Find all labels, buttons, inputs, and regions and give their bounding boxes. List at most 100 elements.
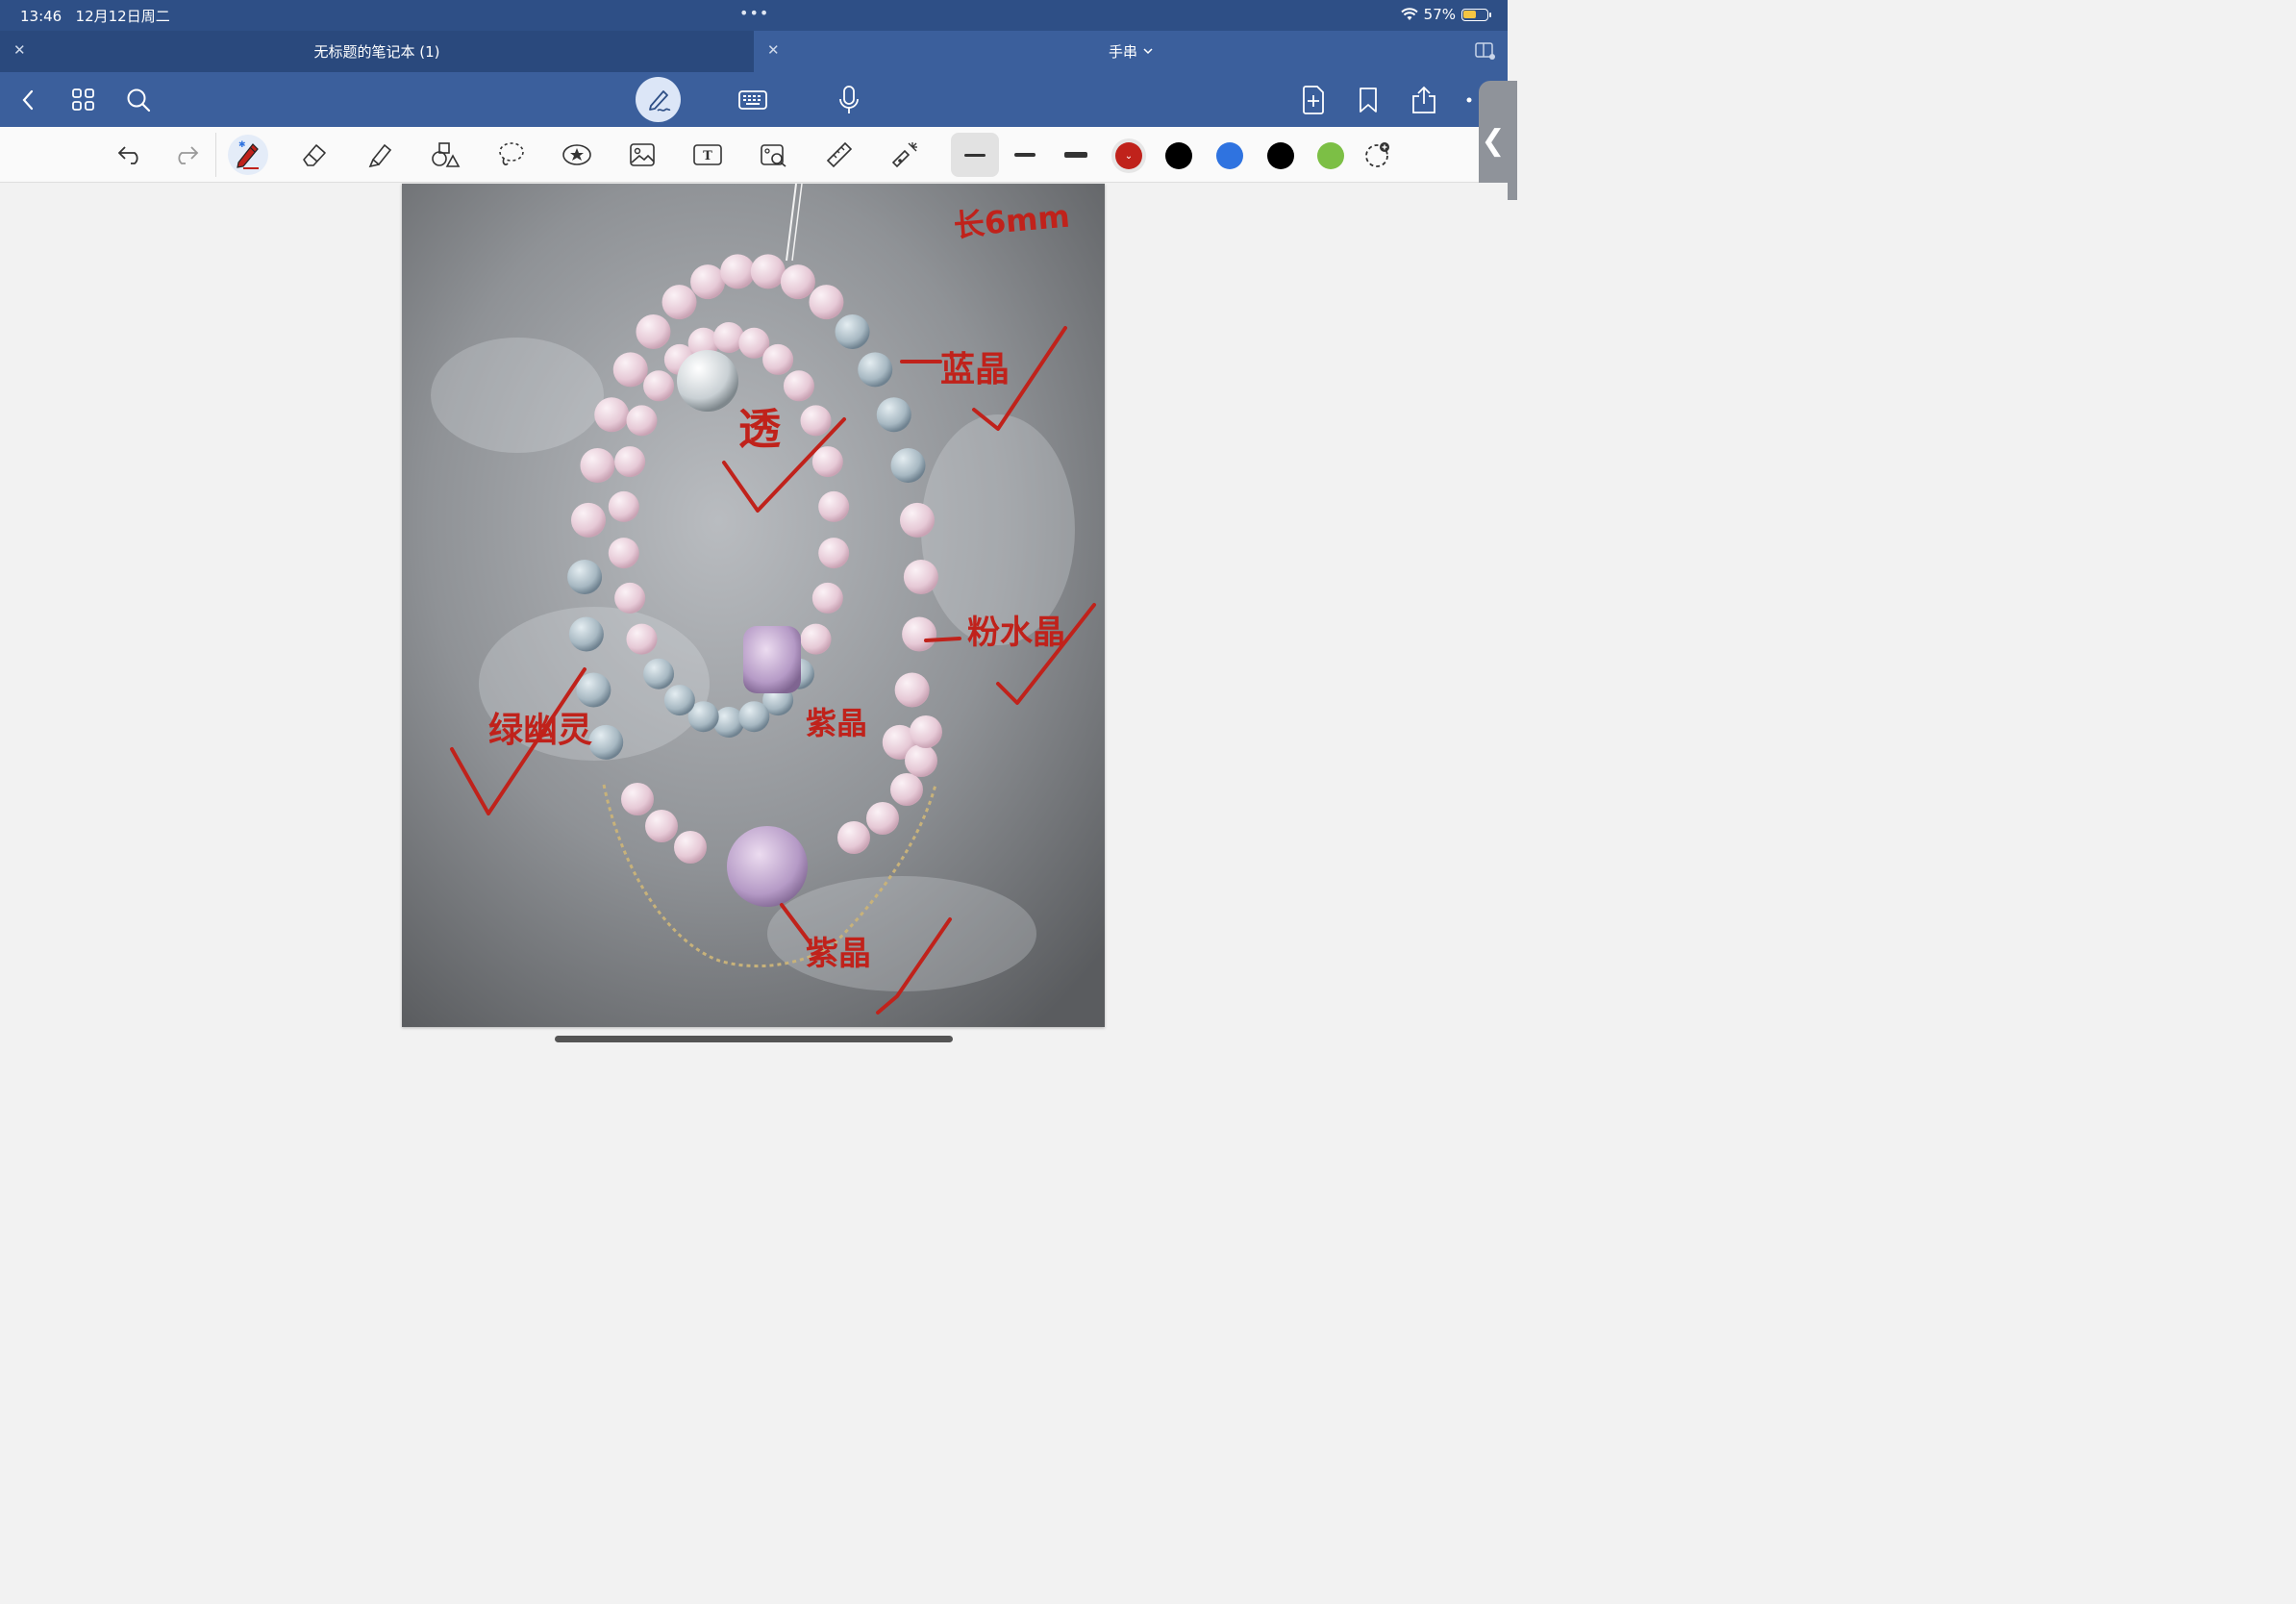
outer-bead — [568, 616, 604, 652]
lower-bead — [674, 831, 707, 864]
shapes-tool[interactable] — [425, 135, 465, 175]
lower-bead — [890, 773, 923, 806]
undo-icon — [117, 146, 138, 164]
inner-bead — [811, 446, 843, 478]
lasso-tool[interactable] — [490, 135, 531, 175]
annotation-label-phantom: 绿幽灵 — [488, 711, 592, 750]
chevron-left-icon — [22, 89, 34, 111]
highlighter-icon — [368, 143, 392, 168]
outer-bead — [636, 313, 671, 349]
eraser-tool[interactable] — [294, 135, 335, 175]
svg-text:✱: ✱ — [238, 140, 246, 150]
share-button[interactable] — [1408, 84, 1440, 116]
battery-icon — [1461, 8, 1491, 21]
inner-bead — [800, 623, 832, 655]
image-tool[interactable] — [622, 135, 662, 175]
outer-bead — [876, 397, 911, 433]
bracelet-photo-image: 长6mm 蓝晶 透 粉水晶 紫晶 绿幽灵 紫晶 — [402, 184, 1105, 1027]
multitasking-dots-icon[interactable]: ••• — [739, 4, 769, 22]
color-swatch-black-2[interactable] — [1267, 142, 1294, 169]
inner-bead — [783, 370, 814, 402]
back-button[interactable] — [12, 84, 44, 116]
microphone-icon — [839, 86, 859, 113]
lower-bead — [866, 802, 899, 835]
chevron-down-icon: ⌄ — [1124, 150, 1134, 162]
sticker-tool[interactable] — [557, 135, 597, 175]
annotation-label-amethyst: 紫晶 — [806, 935, 871, 973]
color-swatch-black[interactable] — [1165, 142, 1192, 169]
inner-bead — [614, 446, 646, 478]
drawing-toolbar: ✱ T ⌄ — [0, 127, 1508, 183]
inner-bead — [643, 658, 675, 689]
ruler-tool[interactable] — [819, 135, 860, 175]
status-time: 13:46 12月12日周二 — [20, 8, 170, 25]
inner-bead — [608, 538, 639, 569]
inner-bead — [608, 490, 639, 522]
highlighter-tool[interactable] — [360, 135, 400, 175]
inner-bead — [811, 582, 843, 614]
more-button[interactable] — [1460, 84, 1479, 116]
annotation-label-blue: 蓝晶 — [940, 350, 1010, 389]
svg-text:T: T — [703, 149, 712, 163]
outer-bead — [780, 264, 815, 300]
wifi-icon — [1400, 8, 1418, 20]
tab-untitled-notebook[interactable]: ✕ 无标题的笔记本 (1) — [0, 31, 754, 72]
keyboard-icon — [738, 90, 767, 110]
voice-recording-button[interactable] — [833, 84, 865, 116]
undo-button[interactable] — [111, 135, 151, 175]
outer-bead — [750, 254, 786, 289]
color-swatch-green[interactable] — [1317, 142, 1344, 169]
pen-tool[interactable]: ✱ — [228, 135, 268, 175]
outer-bead — [835, 313, 870, 349]
status-indicators: 57% — [1400, 6, 1491, 23]
grid-icon — [72, 88, 94, 111]
outer-bead — [902, 616, 937, 652]
thumbnails-button[interactable] — [67, 84, 100, 116]
outer-bead — [567, 560, 603, 595]
stroke-size-thin[interactable] — [951, 133, 999, 177]
inner-bead — [738, 701, 770, 733]
battery-percent: 57% — [1423, 6, 1456, 23]
stroke-size-thick[interactable] — [1052, 133, 1100, 177]
bookmark-button[interactable] — [1352, 84, 1385, 116]
add-page-button[interactable] — [1297, 84, 1330, 116]
stroke-size-medium[interactable] — [1001, 133, 1049, 177]
camera-tool[interactable] — [754, 135, 794, 175]
chevron-down-icon[interactable] — [1143, 48, 1153, 55]
bracelet-photo[interactable]: 长6mm 蓝晶 透 粉水晶 紫晶 绿幽灵 紫晶 — [402, 184, 1105, 1027]
inner-bead — [663, 685, 695, 716]
inner-bead — [614, 582, 646, 614]
search-button[interactable] — [122, 84, 155, 116]
lower-bead — [910, 715, 942, 748]
color-swatch-red[interactable]: ⌄ — [1115, 142, 1142, 169]
ruler-icon — [826, 141, 853, 168]
handwriting-mode-button[interactable] — [636, 77, 681, 122]
clear-quartz-bead — [677, 350, 738, 412]
keyboard-mode-button[interactable] — [736, 84, 769, 116]
tab-title: 手串 — [1108, 43, 1137, 61]
tab-bracelet[interactable]: ✕ 手串 — [754, 31, 1508, 72]
more-dots-icon — [1466, 97, 1472, 103]
pen-icon: ✱ — [237, 140, 259, 169]
outer-bead — [894, 672, 930, 708]
image-icon — [630, 143, 655, 166]
navigation-bar — [0, 72, 1508, 127]
text-box-tool[interactable]: T — [687, 135, 728, 175]
eraser-icon — [303, 144, 326, 166]
shapes-icon — [432, 142, 461, 167]
inner-bead — [762, 343, 794, 375]
outer-bead — [900, 502, 936, 538]
redo-icon — [178, 146, 199, 164]
redo-button[interactable] — [165, 135, 206, 175]
outer-bead — [858, 352, 893, 388]
amethyst-barrel-bead — [743, 626, 801, 693]
outer-bead — [570, 502, 606, 538]
outer-bead — [580, 447, 615, 483]
lower-bead — [837, 821, 870, 854]
color-swatch-blue[interactable] — [1216, 142, 1243, 169]
add-color-button[interactable] — [1358, 135, 1398, 175]
laser-pointer-tool[interactable] — [885, 135, 925, 175]
split-view-icon[interactable] — [1475, 41, 1496, 61]
add-color-icon — [1365, 142, 1389, 167]
toolbar-divider — [215, 133, 216, 177]
